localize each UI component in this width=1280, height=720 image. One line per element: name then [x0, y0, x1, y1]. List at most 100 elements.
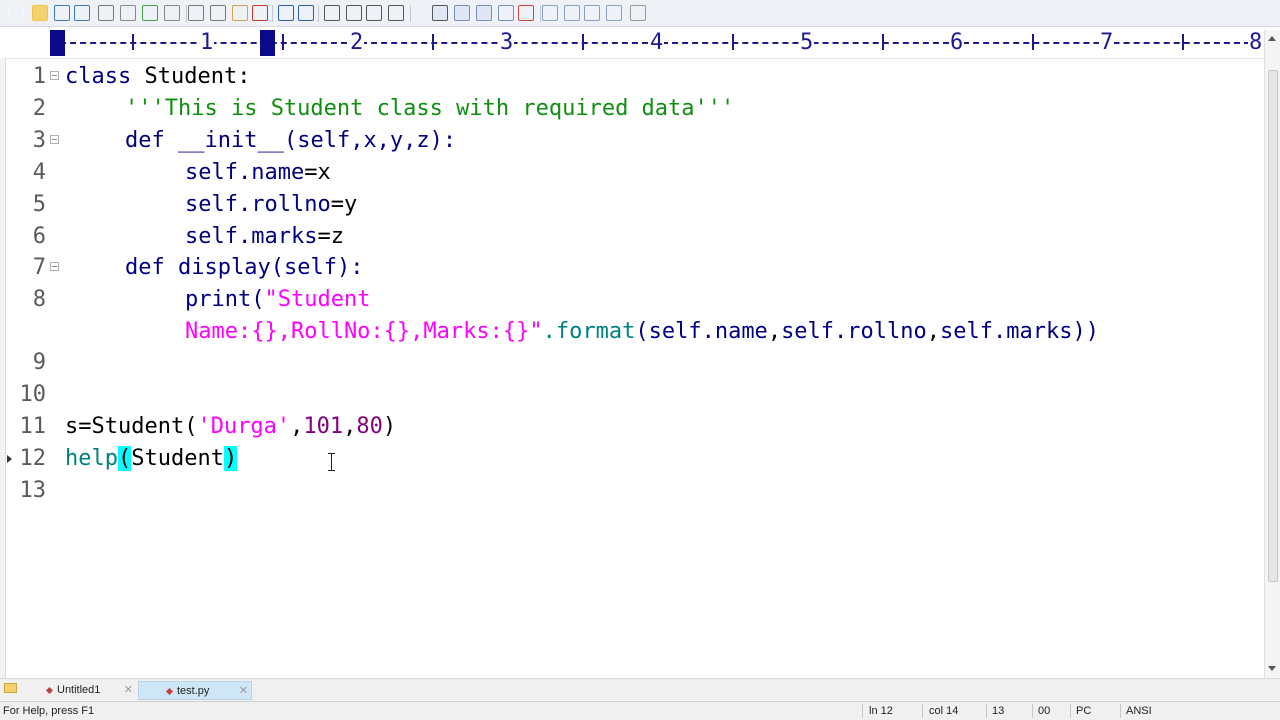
modified-icon [165, 687, 174, 695]
ruler-number: 2 [349, 30, 365, 56]
delete-icon[interactable] [252, 5, 268, 21]
open-folder-icon[interactable] [32, 5, 48, 21]
status-divider [1120, 704, 1121, 718]
code-line: 2 '''This is Student class with required… [6, 93, 1264, 125]
code-text: self.rollno=y [185, 192, 358, 217]
replace-icon[interactable] [346, 5, 362, 21]
ruler-tick [132, 34, 134, 50]
properties-icon[interactable] [164, 5, 180, 21]
ruler-number: 1 [199, 30, 215, 56]
close-tab-icon[interactable]: ✕ [239, 682, 248, 701]
ruler-tick [1182, 34, 1184, 50]
modified-icon [45, 686, 54, 694]
save-icon[interactable] [54, 5, 70, 21]
word-wrap-icon[interactable] [454, 5, 470, 21]
ruler-left-margin-marker[interactable] [50, 30, 65, 56]
ruler-tick [432, 34, 434, 50]
line-number: 7 [32, 255, 46, 280]
code-line: 4 self.name=x [6, 157, 1264, 189]
status-encoding: ANSI [1126, 705, 1152, 717]
status-bar: For Help, press F1 ln 12 col 14 13 00 PC… [0, 701, 1280, 720]
code-line: 9 [6, 347, 1264, 379]
ruler-number: 3 [499, 30, 515, 56]
goto-icon[interactable] [388, 5, 404, 21]
tab-untitled1[interactable]: Untitled1 ✕ [44, 681, 136, 700]
tab-test-py[interactable]: test.py ✕ [138, 681, 252, 700]
window-toggle-icon[interactable] [564, 5, 580, 21]
code-text: self.name=x [185, 160, 331, 185]
tab-label: Untitled1 [57, 684, 101, 696]
code-line-wrapped: Name:{},RollNo:{},Marks:{}".format(self.… [6, 316, 1264, 348]
toolbar-separator [410, 5, 411, 22]
scroll-up-icon[interactable] [1268, 36, 1276, 41]
code-line: 6 self.marks=z [6, 221, 1264, 253]
status-help-text: For Help, press F1 [3, 705, 95, 717]
code-line-current: 12 help(Student) [6, 443, 1264, 475]
tile-icon[interactable] [584, 5, 600, 21]
ruler-tick [582, 34, 584, 50]
check-icon[interactable] [518, 5, 534, 21]
code-line: 1 class Student: [6, 61, 1264, 93]
line-number: 12 [19, 446, 47, 471]
ruler-number: 5 [799, 30, 815, 56]
fold-toggle-icon[interactable] [50, 135, 59, 144]
code-line: 13 [6, 475, 1264, 507]
find-in-files-icon[interactable] [366, 5, 382, 21]
ruler-tick [282, 34, 284, 50]
spell-icon[interactable] [498, 5, 514, 21]
copy-icon[interactable] [210, 5, 226, 21]
list-icon[interactable] [476, 5, 492, 21]
code-line: 3 def __init__(self,x,y,z): [6, 125, 1264, 157]
vertical-scrollbar[interactable] [1264, 30, 1280, 678]
ruler-number: 4 [649, 30, 665, 56]
print-icon[interactable] [98, 5, 114, 21]
code-text: help(Student) [65, 446, 238, 471]
window-icon[interactable] [542, 5, 558, 21]
column-ruler: 1 2 3 4 5 6 7 8 [0, 28, 1266, 59]
code-editor[interactable]: 1 class Student: 2 '''This is Student cl… [6, 60, 1264, 678]
hex-icon[interactable] [432, 5, 448, 21]
status-divider [862, 704, 863, 718]
help-icon[interactable] [630, 5, 646, 21]
undo-icon[interactable] [278, 5, 294, 21]
redo-icon[interactable] [298, 5, 314, 21]
status-char-count: 13 [992, 705, 1005, 717]
status-divider [922, 704, 923, 718]
toolbar-separator [318, 5, 319, 22]
code-text: '''This is Student class with required d… [125, 96, 735, 121]
ruler-number: 6 [949, 30, 965, 56]
cascade-icon[interactable] [606, 5, 622, 21]
cut-icon[interactable] [188, 5, 204, 21]
close-tab-icon[interactable]: ✕ [124, 681, 133, 700]
fold-toggle-icon[interactable] [50, 71, 59, 80]
status-column: col 14 [929, 705, 959, 717]
scroll-down-icon[interactable] [1268, 666, 1276, 671]
save-all-icon[interactable] [74, 5, 90, 21]
print-preview-icon[interactable] [120, 5, 136, 21]
find-icon[interactable] [324, 5, 340, 21]
line-number: 3 [32, 128, 46, 153]
line-number: 8 [32, 287, 46, 312]
toolbar-separator [540, 5, 541, 22]
code-line: 11 s=Student('Durga',101,80) [6, 411, 1264, 443]
spell-check-icon[interactable] [142, 5, 158, 21]
toolbar [0, 0, 1280, 27]
toolbar-separator [186, 5, 187, 22]
status-divider [1070, 704, 1071, 718]
ruler-caret-marker [260, 30, 275, 56]
line-number: 9 [32, 350, 46, 375]
line-number: 2 [32, 96, 46, 121]
line-number: 13 [19, 478, 47, 503]
folder-icon[interactable] [4, 683, 17, 693]
line-number: 6 [32, 224, 46, 249]
status-line: ln 12 [869, 705, 893, 717]
new-file-icon[interactable] [8, 5, 24, 21]
code-text: s=Student('Durga',101,80) [65, 414, 397, 439]
status-line-ending: PC [1076, 705, 1092, 717]
code-text: class Student: [65, 64, 251, 89]
fold-toggle-icon[interactable] [50, 262, 59, 271]
scroll-thumb[interactable] [1268, 70, 1278, 582]
line-number: 11 [19, 414, 47, 439]
code-text: def __init__(self,x,y,z): [125, 128, 457, 153]
paste-icon[interactable] [232, 5, 248, 21]
